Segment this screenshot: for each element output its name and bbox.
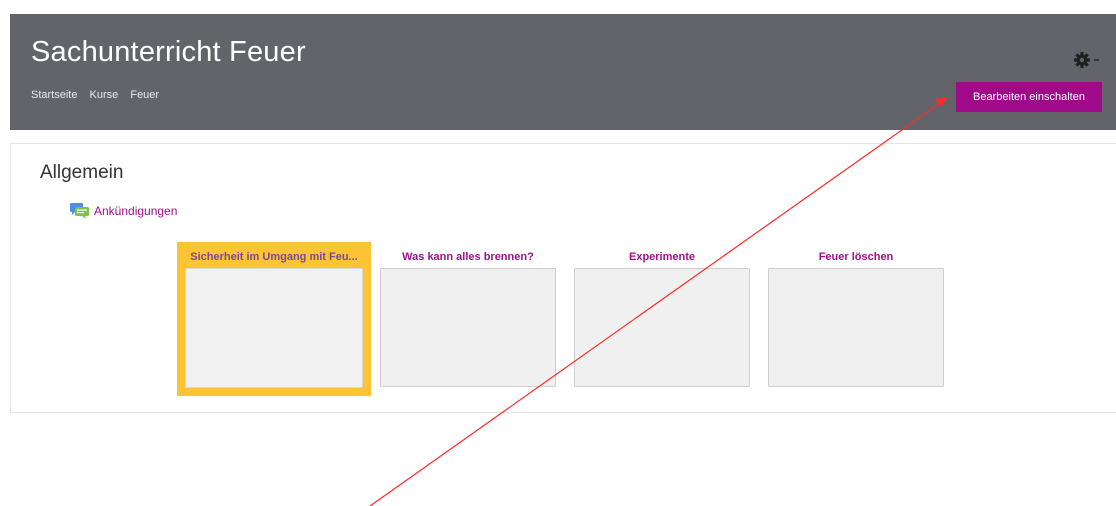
- page-title: Sachunterricht Feuer: [31, 36, 306, 68]
- course-content: Allgemein Ankündigungen Sicherheit im Um…: [10, 143, 1116, 413]
- edit-mode-button[interactable]: Bearbeiten einschalten: [956, 82, 1102, 112]
- tile-title: Experimente: [628, 251, 696, 263]
- breadcrumb: Startseite Kurse Feuer: [31, 89, 168, 101]
- tile-image-placeholder: [185, 268, 363, 388]
- announcements-link[interactable]: Ankündigungen: [69, 202, 177, 220]
- breadcrumb-item-feuer[interactable]: Feuer: [130, 89, 159, 101]
- tile-image-placeholder: [574, 268, 750, 387]
- breadcrumb-item-kurse[interactable]: Kurse: [90, 89, 119, 101]
- forum-icon: [70, 203, 89, 219]
- tile-image-placeholder: [768, 268, 944, 387]
- course-header: Sachunterricht Feuer Startseite Kurse Fe…: [10, 14, 1116, 130]
- tile-feuer-loeschen[interactable]: Feuer löschen: [767, 242, 945, 388]
- tile-image-placeholder: [380, 268, 556, 387]
- tile-title: Was kann alles brennen?: [402, 251, 534, 263]
- gear-icon: [1074, 52, 1099, 68]
- breadcrumb-item-startseite[interactable]: Startseite: [31, 89, 77, 101]
- tile-was-kann-alles-brennen[interactable]: Was kann alles brennen?: [379, 242, 557, 388]
- announcements-label: Ankündigungen: [94, 204, 178, 218]
- tile-experimente[interactable]: Experimente: [573, 242, 751, 388]
- tile-title: Sicherheit im Umgang mit Feu...: [190, 251, 358, 263]
- tile-sicherheit[interactable]: Sicherheit im Umgang mit Feu...: [177, 242, 371, 396]
- tile-title: Feuer löschen: [818, 251, 894, 263]
- settings-menu-button[interactable]: [1072, 50, 1102, 70]
- section-title: Allgemein: [40, 162, 124, 183]
